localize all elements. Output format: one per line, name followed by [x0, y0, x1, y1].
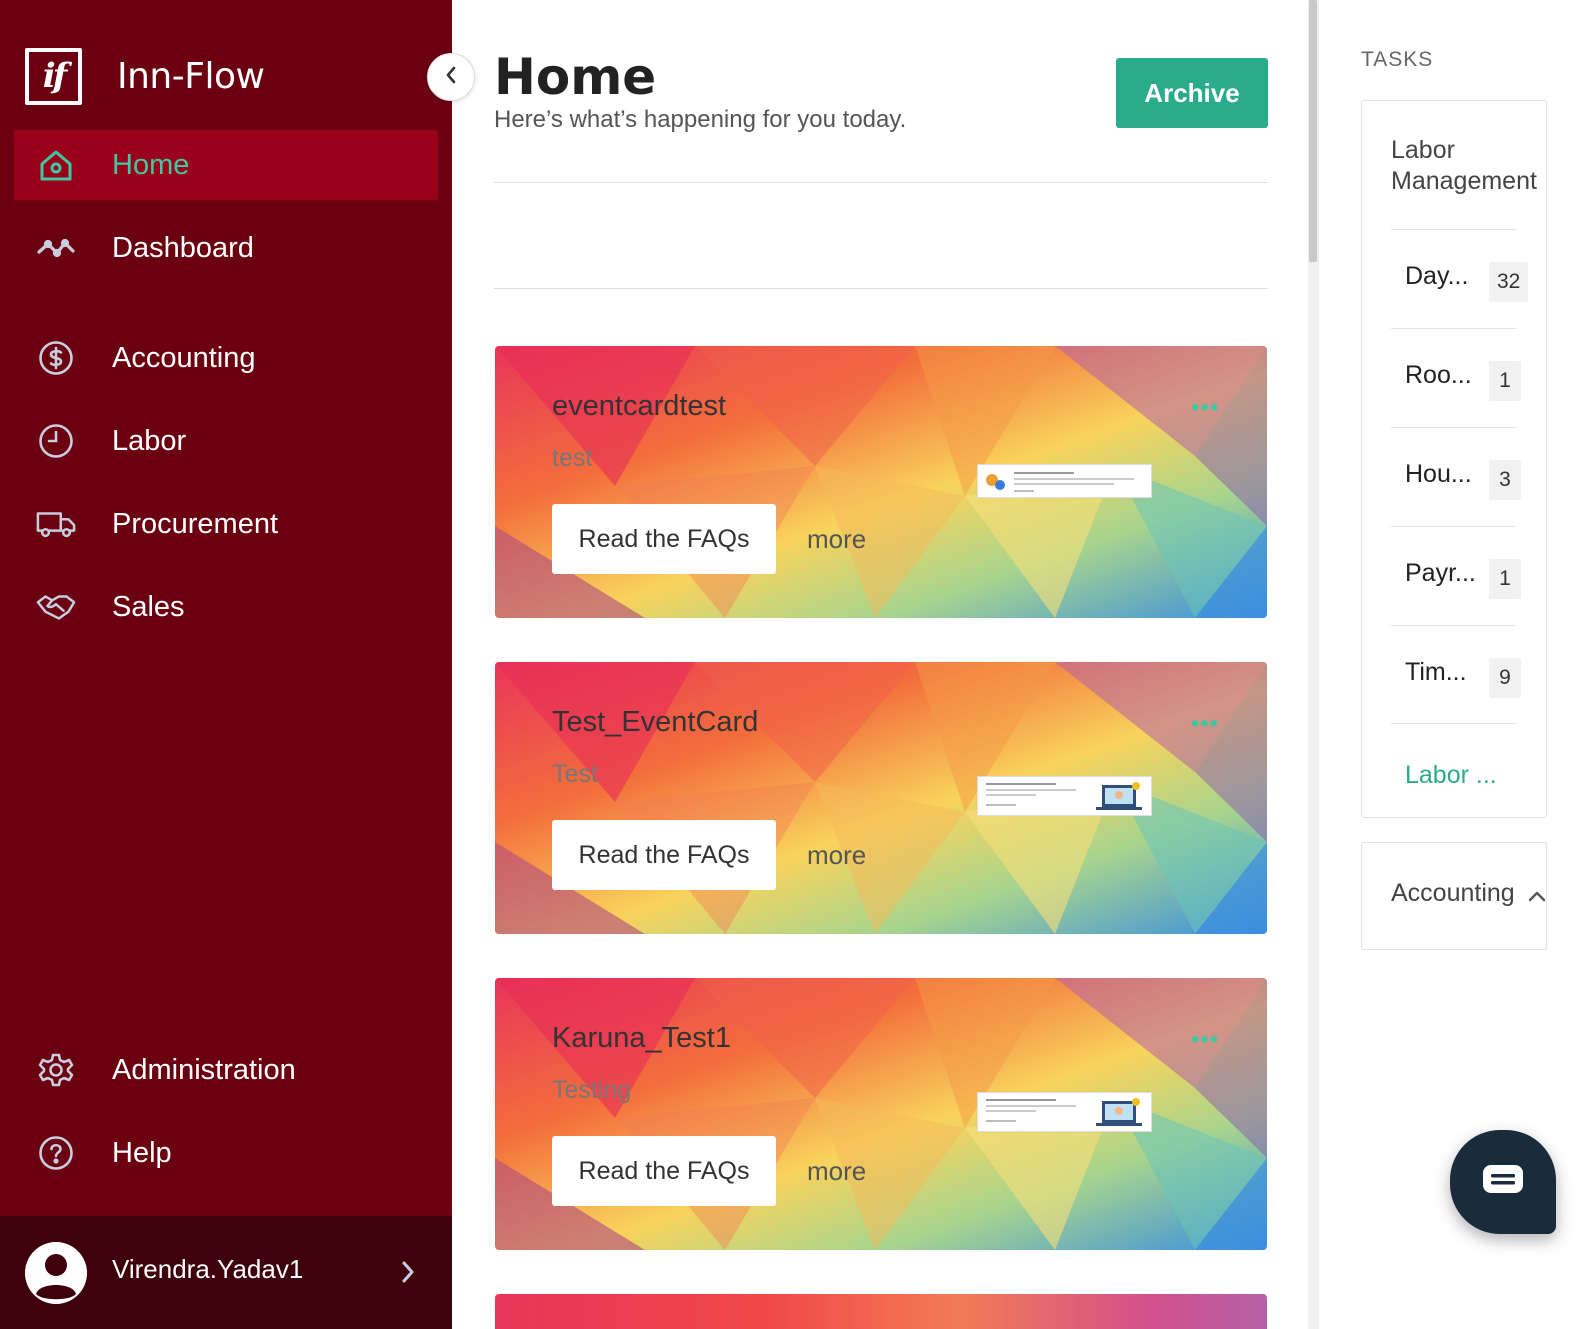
nav-label: Home [112, 148, 190, 181]
card-subtitle: Test [552, 760, 598, 788]
divider [494, 182, 1268, 183]
activity-icon [36, 228, 76, 268]
accounting-tasks-card[interactable]: Accounting [1361, 842, 1547, 950]
nav-item-home[interactable]: Home [14, 130, 438, 200]
nav-item-accounting[interactable]: Accounting [14, 323, 438, 393]
help-circle-icon [36, 1133, 76, 1173]
nav-item-administration[interactable]: Administration [14, 1035, 438, 1105]
more-link[interactable]: more [807, 840, 866, 871]
event-card: eventcardtest test Read the FAQs more ••… [495, 346, 1267, 618]
page-subtitle: Here’s what’s happening for you today. [494, 106, 907, 133]
task-name: Day... [1405, 262, 1469, 290]
tasks-panel: TASKS Labor Management Day... 32 Roo... … [1318, 0, 1589, 1329]
task-name: Hou... [1405, 460, 1472, 488]
task-name: Tim... [1405, 658, 1467, 686]
tasks-more-link[interactable]: Labor ... [1405, 761, 1497, 790]
task-count-badge: 3 [1489, 460, 1521, 500]
task-item[interactable]: Tim... 9 [1391, 625, 1521, 725]
read-faqs-button[interactable]: Read the FAQs [552, 504, 776, 574]
chat-icon [1481, 1163, 1525, 1202]
divider [1391, 723, 1516, 724]
nav-label: Procurement [112, 507, 279, 540]
gear-icon [36, 1050, 76, 1090]
clock-icon [36, 421, 76, 461]
card-thumbnail [977, 1092, 1152, 1132]
logo: if [25, 47, 82, 105]
event-card: Test_EventCard Test Read the FAQs more •… [495, 662, 1267, 934]
divider [494, 288, 1268, 289]
more-link[interactable]: more [807, 1156, 866, 1187]
handshake-icon [36, 587, 76, 627]
task-count-badge: 1 [1489, 361, 1521, 401]
main-content: Home Here’s what’s happening for you tod… [452, 0, 1308, 1329]
truck-icon [36, 504, 76, 544]
nav-item-procurement[interactable]: Procurement [14, 489, 438, 559]
card-title: eventcardtest [552, 390, 727, 422]
nav-label: Labor [112, 424, 187, 457]
card-thumbnail [977, 464, 1152, 498]
archive-button[interactable]: Archive [1116, 58, 1268, 128]
scrollbar-thumb[interactable] [1309, 0, 1317, 262]
chevron-left-icon [444, 65, 458, 90]
home-icon [36, 145, 76, 185]
read-faqs-button[interactable]: Read the FAQs [552, 820, 776, 890]
nav-label: Dashboard [112, 231, 254, 264]
card-subtitle: test [552, 444, 593, 472]
tasks-title: TASKS [1361, 48, 1434, 71]
nav-item-labor[interactable]: Labor [14, 406, 438, 476]
card-menu-icon[interactable]: ••• [1191, 394, 1219, 422]
nav-label: Sales [112, 590, 185, 623]
task-count-badge: 9 [1489, 658, 1521, 698]
event-card [495, 1294, 1267, 1329]
card-title: Karuna_Test1 [552, 1022, 731, 1054]
nav-label: Accounting [112, 341, 256, 374]
task-name: Roo... [1405, 361, 1472, 389]
card-menu-icon[interactable]: ••• [1191, 710, 1219, 738]
avatar [25, 1242, 87, 1304]
tasks-group-title: Labor Management [1391, 136, 1537, 195]
card-background [495, 1294, 1267, 1329]
card-title: Test_EventCard [552, 706, 759, 738]
nav-item-dashboard[interactable]: Dashboard [14, 213, 438, 283]
card-menu-icon[interactable]: ••• [1191, 1026, 1219, 1054]
brand-name: Inn-Flow [117, 55, 265, 97]
card-thumbnail [977, 776, 1152, 816]
read-faqs-button[interactable]: Read the FAQs [552, 1136, 776, 1206]
brand[interactable]: if Inn-Flow [25, 47, 265, 105]
user-name: Virendra.Yadav1 [112, 1254, 304, 1284]
task-item[interactable]: Roo... 1 [1391, 328, 1521, 428]
chat-launcher-button[interactable] [1450, 1130, 1556, 1234]
task-count-badge: 32 [1489, 262, 1529, 302]
more-link[interactable]: more [807, 524, 866, 555]
nav-item-help[interactable]: Help [14, 1118, 438, 1188]
user-menu[interactable]: Virendra.Yadav1 [0, 1216, 452, 1329]
card-subtitle: Testing [552, 1076, 632, 1104]
chevron-right-icon [400, 1260, 416, 1289]
dollar-circle-icon [36, 338, 76, 378]
page-title: Home [494, 48, 657, 106]
sidebar-collapse-button[interactable] [427, 53, 475, 101]
accounting-tasks-label: Accounting [1391, 879, 1515, 907]
nav-label: Administration [112, 1053, 296, 1086]
logo-mark: if [29, 51, 78, 101]
event-card: Karuna_Test1 Testing Read the FAQs more … [495, 978, 1267, 1250]
sidebar: if Inn-Flow Home Dashboard Accounting La… [0, 0, 452, 1329]
nav-label: Help [112, 1136, 172, 1169]
tasks-group-card: Labor Management Day... 32 Roo... 1 Hou.… [1361, 100, 1547, 818]
task-item[interactable]: Hou... 3 [1391, 427, 1521, 527]
task-name: Payr... [1405, 559, 1476, 587]
chevron-up-icon[interactable] [1528, 889, 1546, 907]
task-item[interactable]: Payr... 1 [1391, 526, 1521, 626]
nav-item-sales[interactable]: Sales [14, 572, 438, 642]
task-count-badge: 1 [1489, 559, 1521, 599]
task-item[interactable]: Day... 32 [1391, 229, 1529, 329]
